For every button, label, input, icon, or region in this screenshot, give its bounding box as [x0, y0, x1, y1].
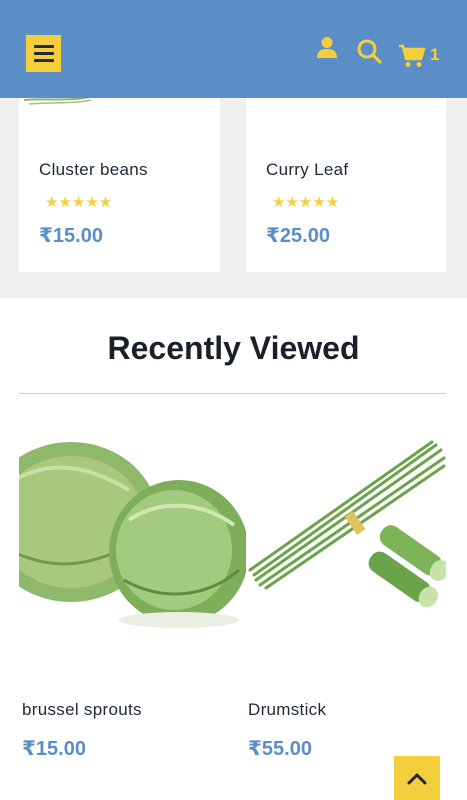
cart-count-badge[interactable]: 1 [430, 45, 439, 65]
section-divider [19, 393, 446, 394]
page: Cluster beans ★★★★★ ₹15.00 Curry Leaf ★★… [0, 0, 467, 800]
search-icon[interactable] [356, 38, 382, 64]
menu-button[interactable] [26, 35, 61, 72]
product-name[interactable]: Drumstick [248, 700, 326, 720]
product-price: ₹15.00 [39, 225, 103, 247]
product-name[interactable]: Cluster beans [39, 160, 148, 180]
user-icon[interactable] [316, 36, 338, 58]
back-to-top-button[interactable] [394, 756, 440, 800]
star-rating: ★★★★★ [45, 194, 113, 211]
product-name[interactable]: brussel sprouts [22, 700, 142, 720]
hamburger-icon [33, 45, 54, 48]
product-price: ₹15.00 [22, 738, 86, 760]
product-price: ₹55.00 [248, 738, 312, 760]
drumstick-image[interactable] [246, 430, 446, 668]
cart-icon[interactable] [398, 44, 426, 68]
product-name[interactable]: Curry Leaf [266, 160, 348, 180]
chevron-up-icon [407, 773, 427, 785]
brussel-sprouts-image[interactable] [19, 430, 246, 668]
star-rating: ★★★★★ [272, 194, 340, 211]
top-bar: 1 [0, 0, 467, 98]
product-price: ₹25.00 [266, 225, 330, 247]
section-title: Recently Viewed [107, 330, 360, 366]
